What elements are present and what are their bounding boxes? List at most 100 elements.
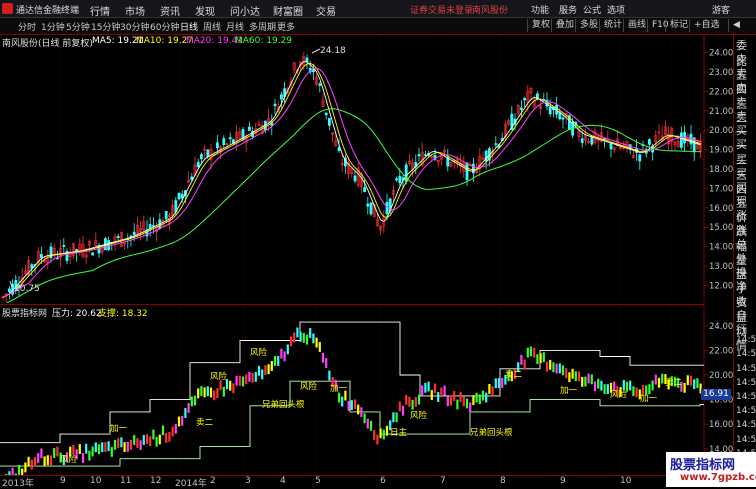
signal-annotation: 卖二 (196, 418, 214, 428)
tab-weekly[interactable]: 周线 (203, 20, 221, 33)
indicator-bar (328, 370, 331, 381)
candle-body (519, 107, 523, 110)
tab-multi-period[interactable]: 多周期 (249, 20, 276, 33)
signal-annotation: 兄弟回头根 (262, 399, 305, 410)
menu-service[interactable]: 服务 (559, 3, 577, 16)
indicator-bar (360, 407, 363, 418)
indicator-bar (101, 442, 104, 453)
indicator-bar (488, 383, 491, 394)
add-watchlist-button[interactable]: +自选 (689, 19, 724, 32)
tab-60min[interactable]: 60分钟 (150, 20, 179, 33)
draw-button[interactable]: 画线 (623, 19, 650, 32)
price-tick-label: 23.00 (709, 68, 733, 78)
indicator-bar (561, 365, 565, 376)
menu-options[interactable]: 选项 (607, 3, 625, 16)
date-tick-label: 10 (620, 476, 632, 486)
adjust-button[interactable]: 复权 (527, 19, 554, 32)
menu-discover[interactable]: 发现 (195, 3, 215, 18)
tab-more[interactable]: 更多 (277, 20, 295, 33)
indicator-bar (472, 395, 475, 406)
menu-wealth[interactable]: 财富圈 (273, 3, 303, 18)
indicator-bar (465, 398, 469, 409)
guest-label[interactable]: 游客 (712, 3, 730, 16)
menu-news[interactable]: 资讯 (160, 3, 180, 18)
indicator-bar (481, 390, 485, 401)
indicator-bar (577, 371, 581, 382)
indicator-bar (78, 444, 81, 454)
indicator-bar (600, 380, 603, 391)
indicator-bar (238, 375, 241, 386)
tab-monthly[interactable]: 月线 (226, 20, 244, 33)
tab-timeshare[interactable]: 分时 (18, 20, 36, 33)
indicator-bar (24, 462, 27, 473)
indicator-bar (168, 431, 171, 442)
indicator-bar (302, 332, 305, 343)
menu-function[interactable]: 功能 (531, 3, 549, 16)
indicator-bar (216, 388, 219, 399)
menu-market[interactable]: 市场 (125, 3, 145, 18)
indicator-bar (398, 401, 401, 412)
indicator-bar (462, 396, 465, 407)
tab-daily[interactable]: 日线 (180, 20, 198, 33)
high-price-label: 24.18 (320, 46, 346, 56)
collapse-button[interactable]: ◀ (728, 19, 744, 32)
login-notice[interactable]: 证券交易未登录 (410, 3, 473, 16)
indicator-bar (657, 377, 661, 388)
date-tick-label: 2014年 (175, 479, 207, 489)
indicator-bar (129, 439, 133, 450)
app-name: 通达信金融终端 (16, 6, 80, 16)
side-label: 14:56 (736, 420, 756, 431)
indicator-bar (417, 394, 421, 405)
indicator-bar (43, 456, 46, 467)
indicator-bar (558, 363, 561, 374)
indicator-bar (593, 381, 597, 392)
candle-body (363, 187, 367, 192)
indicator-bar (312, 333, 315, 344)
menu-trade[interactable]: 交易 (316, 3, 336, 18)
tab-30min[interactable]: 30分钟 (120, 20, 149, 33)
menu-formula[interactable]: 公式 (583, 3, 601, 16)
candle-body (62, 245, 66, 247)
candle-body (116, 235, 120, 238)
candle-body (580, 138, 584, 144)
indicator-bar (337, 392, 341, 403)
indicator-bar (520, 354, 523, 365)
tab-5min[interactable]: 5分钟 (66, 20, 90, 33)
tab-15min[interactable]: 15分钟 (91, 20, 120, 33)
indicator-bar (385, 425, 389, 436)
menu-quotes[interactable]: 行情 (90, 3, 110, 18)
date-tick-label: 5 (315, 476, 321, 486)
multi-stock-button[interactable]: 多股 (575, 19, 602, 32)
candle-body (417, 154, 421, 157)
candle-body (679, 132, 683, 148)
indicator-bar (497, 378, 501, 388)
indicator-bar (341, 396, 344, 407)
main-chart-title: 南风股份(日线 前复权) (2, 39, 93, 49)
signal-annotation: 卖二 (665, 378, 683, 388)
candle-body (395, 178, 399, 181)
candle-body (177, 192, 181, 200)
candle-body (561, 117, 565, 120)
indicator-bar (526, 347, 529, 358)
indicator-bar (366, 418, 369, 429)
indicator-panel[interactable]: 24.00 22.00 20.00 18.00 16.00 14.00 风险 风险 风险 风险 风险… (0, 304, 733, 476)
side-label: 14:56 (736, 434, 756, 445)
overlay-button[interactable]: 叠加 (551, 19, 578, 32)
kline-chart[interactable]: 24.00 23.00 22.00 21.00 20.00 19.00 18.00 17.00… (0, 35, 733, 303)
indicator-bar (139, 440, 142, 451)
indicator-chart[interactable]: 24.0022.0020.0018.0016.0014.00风险风险风险风险风险… (0, 305, 733, 476)
price-tick-label: 12.00 (709, 281, 733, 291)
indicator-bar (120, 437, 123, 448)
menu-ask[interactable]: 问小达 (230, 3, 260, 18)
indicator-bar (369, 420, 373, 431)
mark-button[interactable]: 标记 (665, 19, 692, 32)
kline-panel[interactable]: 24.00 23.00 22.00 21.00 20.00 19.00 18.00 17.00… (0, 35, 733, 303)
indicator-bar (46, 455, 49, 466)
candle-body (39, 253, 43, 259)
indicator-bar (94, 442, 97, 453)
candle-body (647, 139, 651, 145)
tab-1min[interactable]: 1分钟 (41, 20, 65, 33)
stats-button[interactable]: 统计 (599, 19, 626, 32)
side-label: 14:56 (736, 335, 756, 346)
indicator-bar (571, 368, 574, 379)
